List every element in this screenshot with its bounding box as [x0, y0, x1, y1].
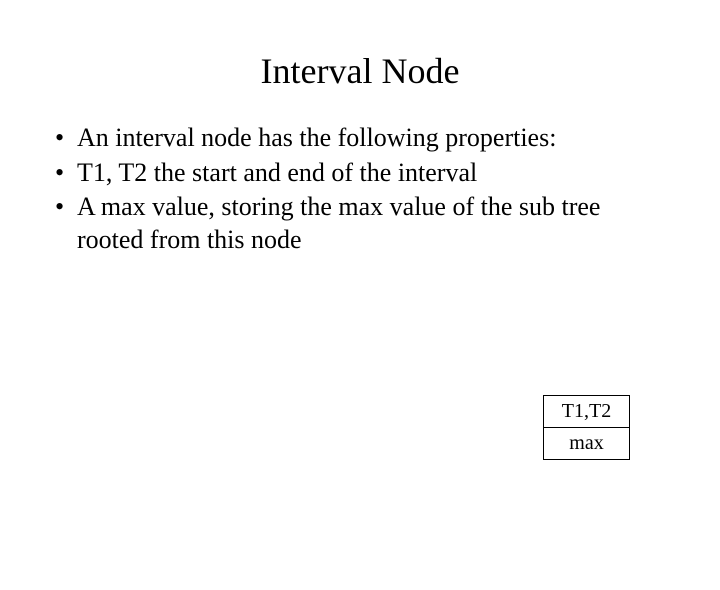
interval-node-diagram: T1,T2 max: [543, 395, 630, 460]
page-title: Interval Node: [0, 50, 720, 92]
bullet-list: An interval node has the following prope…: [55, 122, 665, 256]
list-item: A max value, storing the max value of th…: [55, 191, 665, 256]
node-bottom-cell: max: [544, 428, 629, 459]
list-item: T1, T2 the start and end of the interval: [55, 157, 665, 190]
list-item: An interval node has the following prope…: [55, 122, 665, 155]
node-top-cell: T1,T2: [544, 396, 629, 428]
